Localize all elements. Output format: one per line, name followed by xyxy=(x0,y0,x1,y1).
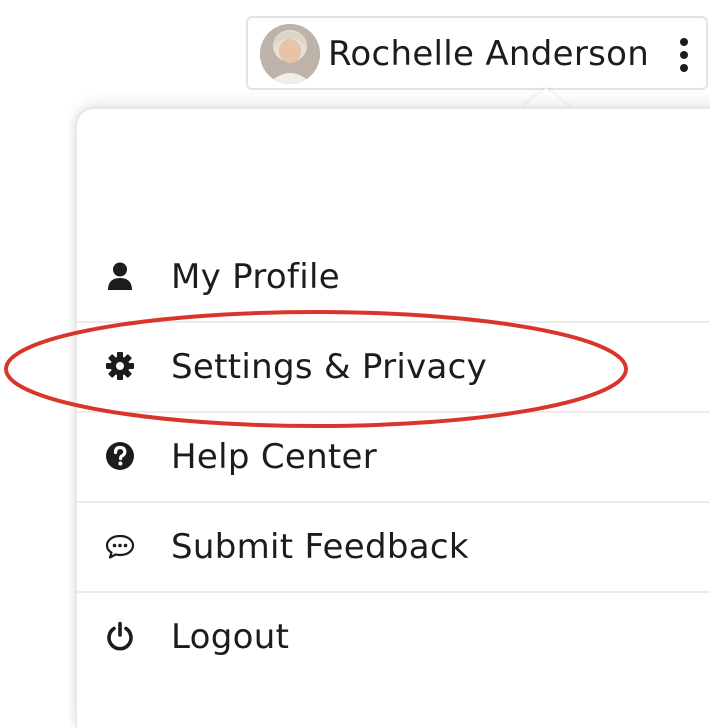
account-menu-toggle[interactable]: Rochelle Anderson xyxy=(246,16,708,90)
kebab-dot xyxy=(680,38,688,46)
menu-item-label: Logout xyxy=(171,617,290,657)
account-name: Rochelle Anderson xyxy=(328,34,650,74)
dropdown-caret xyxy=(520,88,572,110)
kebab-vertical-icon[interactable] xyxy=(676,38,692,72)
menu-item-label: My Profile xyxy=(171,257,340,297)
user-icon xyxy=(105,261,135,291)
chat-bubble-icon xyxy=(105,531,135,561)
gear-icon xyxy=(105,351,135,381)
menu-item-logout[interactable]: Logout xyxy=(77,593,710,683)
menu-item-help-center[interactable]: Help Center xyxy=(77,413,710,503)
menu-item-submit-feedback[interactable]: Submit Feedback xyxy=(77,503,710,593)
menu-item-my-profile[interactable]: My Profile xyxy=(77,233,710,323)
menu-item-settings-privacy[interactable]: Settings & Privacy xyxy=(77,323,710,413)
question-circle-icon xyxy=(105,441,135,471)
power-icon xyxy=(105,621,135,651)
kebab-dot xyxy=(680,51,688,59)
menu-item-label: Submit Feedback xyxy=(171,527,469,567)
menu-list: My Profile Settings & Privacy Help Cente… xyxy=(77,233,710,683)
avatar xyxy=(260,24,320,84)
menu-item-label: Help Center xyxy=(171,437,378,477)
kebab-dot xyxy=(680,64,688,72)
account-dropdown-menu: My Profile Settings & Privacy Help Cente… xyxy=(76,108,710,728)
menu-item-label: Settings & Privacy xyxy=(171,347,488,387)
